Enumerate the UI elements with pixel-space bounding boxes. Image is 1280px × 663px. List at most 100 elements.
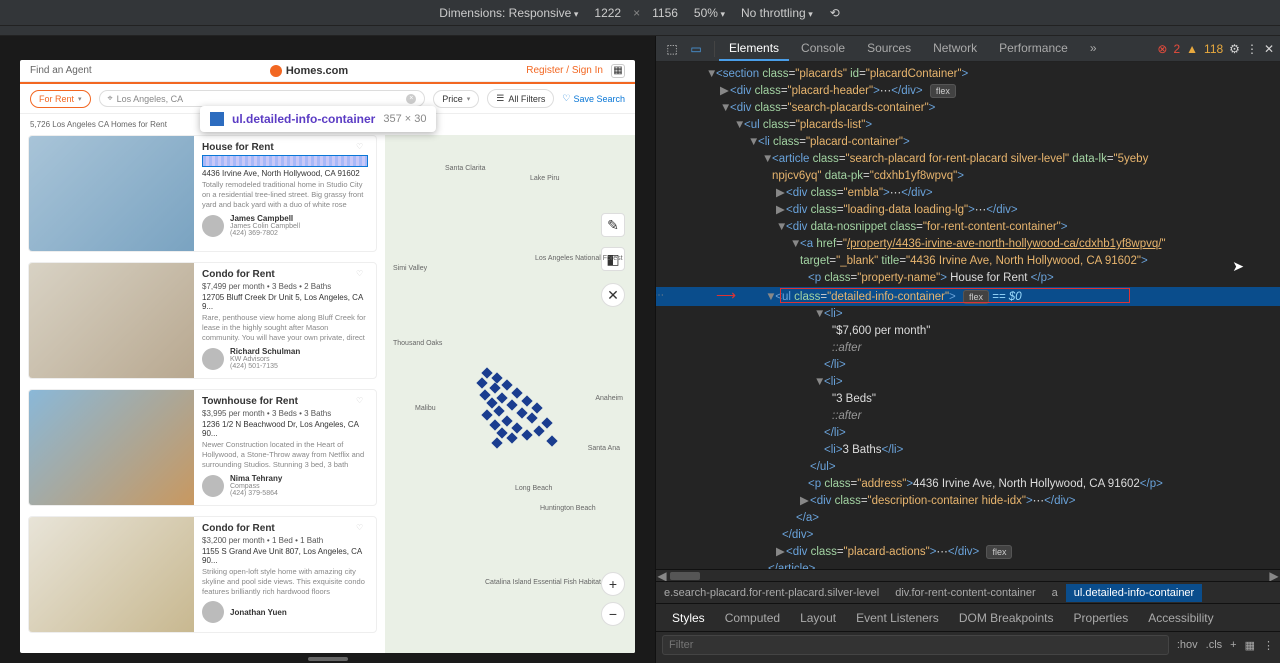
- listing-address: 4436 Irvine Ave, North Hollywood, CA 916…: [202, 169, 368, 178]
- agent-name: James Campbell: [230, 214, 300, 223]
- tab-more[interactable]: »: [1080, 37, 1107, 61]
- error-count: 2: [1173, 42, 1180, 56]
- crumb-item[interactable]: div.for-rent-content-container: [887, 584, 1043, 602]
- app-icon[interactable]: ▦: [611, 64, 625, 78]
- agent-company: James Colin Campbell: [230, 223, 300, 230]
- save-search-link[interactable]: ♡Save Search: [562, 93, 625, 104]
- listing-card[interactable]: ♡ Townhouse for Rent $3,995 per month • …: [28, 389, 377, 506]
- height-input[interactable]: 1156: [652, 6, 678, 20]
- styles-tab-listeners[interactable]: Event Listeners: [846, 607, 949, 629]
- styles-tab-computed[interactable]: Computed: [715, 607, 790, 629]
- styles-filter-input[interactable]: [662, 635, 1169, 655]
- tab-performance[interactable]: Performance: [989, 37, 1078, 61]
- agent-company: KW Advisors: [230, 356, 300, 363]
- hov-toggle[interactable]: :hov: [1177, 639, 1198, 651]
- agent-phone: (424) 369-7802: [230, 230, 300, 237]
- styles-tab-styles[interactable]: Styles: [662, 607, 715, 629]
- dom-breadcrumb[interactable]: e.search-placard.for-rent-placard.silver…: [656, 581, 1280, 603]
- favorite-icon[interactable]: ♡: [356, 523, 370, 537]
- crumb-item-active[interactable]: ul.detailed-info-container: [1066, 584, 1202, 602]
- error-icon[interactable]: ⊗: [1157, 42, 1167, 56]
- crumb-item[interactable]: e.search-placard.for-rent-placard.silver…: [656, 584, 887, 602]
- warning-icon[interactable]: ▲: [1186, 42, 1198, 56]
- map-pin-cluster[interactable]: [473, 369, 573, 449]
- flex-badge[interactable]: flex: [963, 290, 989, 304]
- listing-card[interactable]: ♡ Condo for Rent $7,499 per month • 3 Be…: [28, 262, 377, 379]
- favorite-icon[interactable]: ♡: [356, 269, 370, 283]
- rotate-icon[interactable]: ⟲: [827, 5, 843, 21]
- styles-tab-layout[interactable]: Layout: [790, 607, 846, 629]
- tooltip-selector: ul.detailed-info-container: [232, 112, 375, 126]
- listings-column[interactable]: ♡ House for Rent ⟵ 4436 Irvine Ave, Nort…: [20, 135, 385, 653]
- map-label: Malibu: [415, 405, 436, 412]
- map-zoom-out[interactable]: −: [601, 602, 625, 626]
- site-header: Find an Agent Homes.com Register / Sign …: [20, 60, 635, 82]
- device-preview-pane: Find an Agent Homes.com Register / Sign …: [0, 36, 655, 663]
- listing-image[interactable]: [29, 517, 194, 632]
- listing-agent: James Campbell James Colin Campbell (424…: [202, 214, 368, 237]
- clear-icon[interactable]: ×: [406, 94, 416, 104]
- flex-badge[interactable]: flex: [986, 545, 1012, 559]
- resize-handle[interactable]: [308, 657, 348, 661]
- agent-avatar: [202, 475, 224, 497]
- dimensions-dropdown[interactable]: Dimensions: Responsive: [439, 6, 578, 20]
- map-label: Santa Ana: [588, 445, 620, 452]
- map-zoom-in[interactable]: +: [601, 572, 625, 596]
- listing-card[interactable]: ♡ Condo for Rent $3,200 per month • 1 Be…: [28, 516, 377, 633]
- map[interactable]: ◧ ✕ ✎ Santa Clarita Lake Piru Simi Valle…: [385, 135, 635, 653]
- devtools-tabs: Elements Console Sources Network Perform…: [719, 37, 1107, 61]
- tooltip-dimensions: 357 × 30: [383, 113, 426, 125]
- location-search[interactable]: ⌖ Los Angeles, CA ×: [99, 90, 426, 107]
- horizontal-scrollbar[interactable]: ◀▶: [656, 569, 1280, 581]
- map-draw-button[interactable]: ✎: [601, 213, 625, 237]
- listing-agent: Nima Tehrany Compass (424) 379-5864: [202, 474, 368, 497]
- device-toggle-icon[interactable]: ▭: [686, 39, 706, 59]
- styles-tab-breakpoints[interactable]: DOM Breakpoints: [949, 607, 1064, 629]
- tab-sources[interactable]: Sources: [857, 37, 921, 61]
- flex-badge[interactable]: flex: [930, 84, 956, 98]
- favorite-icon[interactable]: ♡: [356, 396, 370, 410]
- listing-card[interactable]: ♡ House for Rent ⟵ 4436 Irvine Ave, Nort…: [28, 135, 377, 252]
- listing-image[interactable]: [29, 263, 194, 378]
- find-agent-link[interactable]: Find an Agent: [30, 65, 92, 76]
- cls-toggle[interactable]: .cls: [1206, 639, 1223, 651]
- inspector-tooltip: ul.detailed-info-container 357 × 30: [200, 106, 436, 132]
- auth-link[interactable]: Register / Sign In: [526, 65, 603, 76]
- crumb-item[interactable]: a: [1044, 584, 1066, 602]
- all-filters[interactable]: ☰All Filters: [487, 89, 554, 108]
- tab-elements[interactable]: Elements: [719, 37, 789, 61]
- computed-toggle-icon[interactable]: ▦: [1245, 639, 1255, 652]
- listing-description: Newer Construction located in the Heart …: [202, 440, 368, 470]
- price-filter[interactable]: Price▾: [433, 90, 479, 108]
- more-styles-icon[interactable]: ⋮: [1263, 639, 1274, 652]
- tab-console[interactable]: Console: [791, 37, 855, 61]
- location-text: Los Angeles, CA: [117, 94, 184, 104]
- inspect-icon[interactable]: ⬚: [662, 39, 682, 59]
- favorite-icon[interactable]: ♡: [356, 142, 370, 156]
- close-devtools-icon[interactable]: ✕: [1264, 42, 1274, 56]
- site-logo[interactable]: Homes.com: [270, 65, 348, 77]
- ellipsis-marker[interactable]: ⋯: [656, 287, 664, 304]
- settings-icon[interactable]: ⚙: [1229, 42, 1240, 56]
- listing-agent: Richard Schulman KW Advisors (424) 501-7…: [202, 347, 368, 370]
- rent-filter[interactable]: For Rent▾: [30, 90, 91, 108]
- selected-dom-node[interactable]: ⋯ ⟶ ▼<ul class="detailed-info-container"…: [656, 287, 1280, 306]
- width-input[interactable]: 1222: [594, 6, 621, 20]
- map-close-button[interactable]: ✕: [601, 283, 625, 307]
- tab-network[interactable]: Network: [923, 37, 987, 61]
- listing-image[interactable]: [29, 136, 194, 251]
- device-frame: Find an Agent Homes.com Register / Sign …: [20, 60, 635, 653]
- dom-tree[interactable]: ▼<section class="placards" id="placardCo…: [656, 62, 1280, 569]
- pin-icon: ⌖: [108, 93, 113, 104]
- styles-tab-a11y[interactable]: Accessibility: [1138, 607, 1223, 629]
- more-icon[interactable]: ⋮: [1246, 42, 1258, 56]
- map-label: Los Angeles National Forest: [535, 255, 623, 262]
- zoom-dropdown[interactable]: 50%: [694, 6, 725, 20]
- listing-image[interactable]: [29, 390, 194, 505]
- styles-tab-properties[interactable]: Properties: [1064, 607, 1139, 629]
- map-label: Huntington Beach: [540, 505, 596, 512]
- inspected-element-highlight: [202, 155, 368, 167]
- throttling-dropdown[interactable]: No throttling: [741, 6, 813, 20]
- styles-panel: Styles Computed Layout Event Listeners D…: [656, 603, 1280, 663]
- new-style-icon[interactable]: +: [1230, 639, 1236, 651]
